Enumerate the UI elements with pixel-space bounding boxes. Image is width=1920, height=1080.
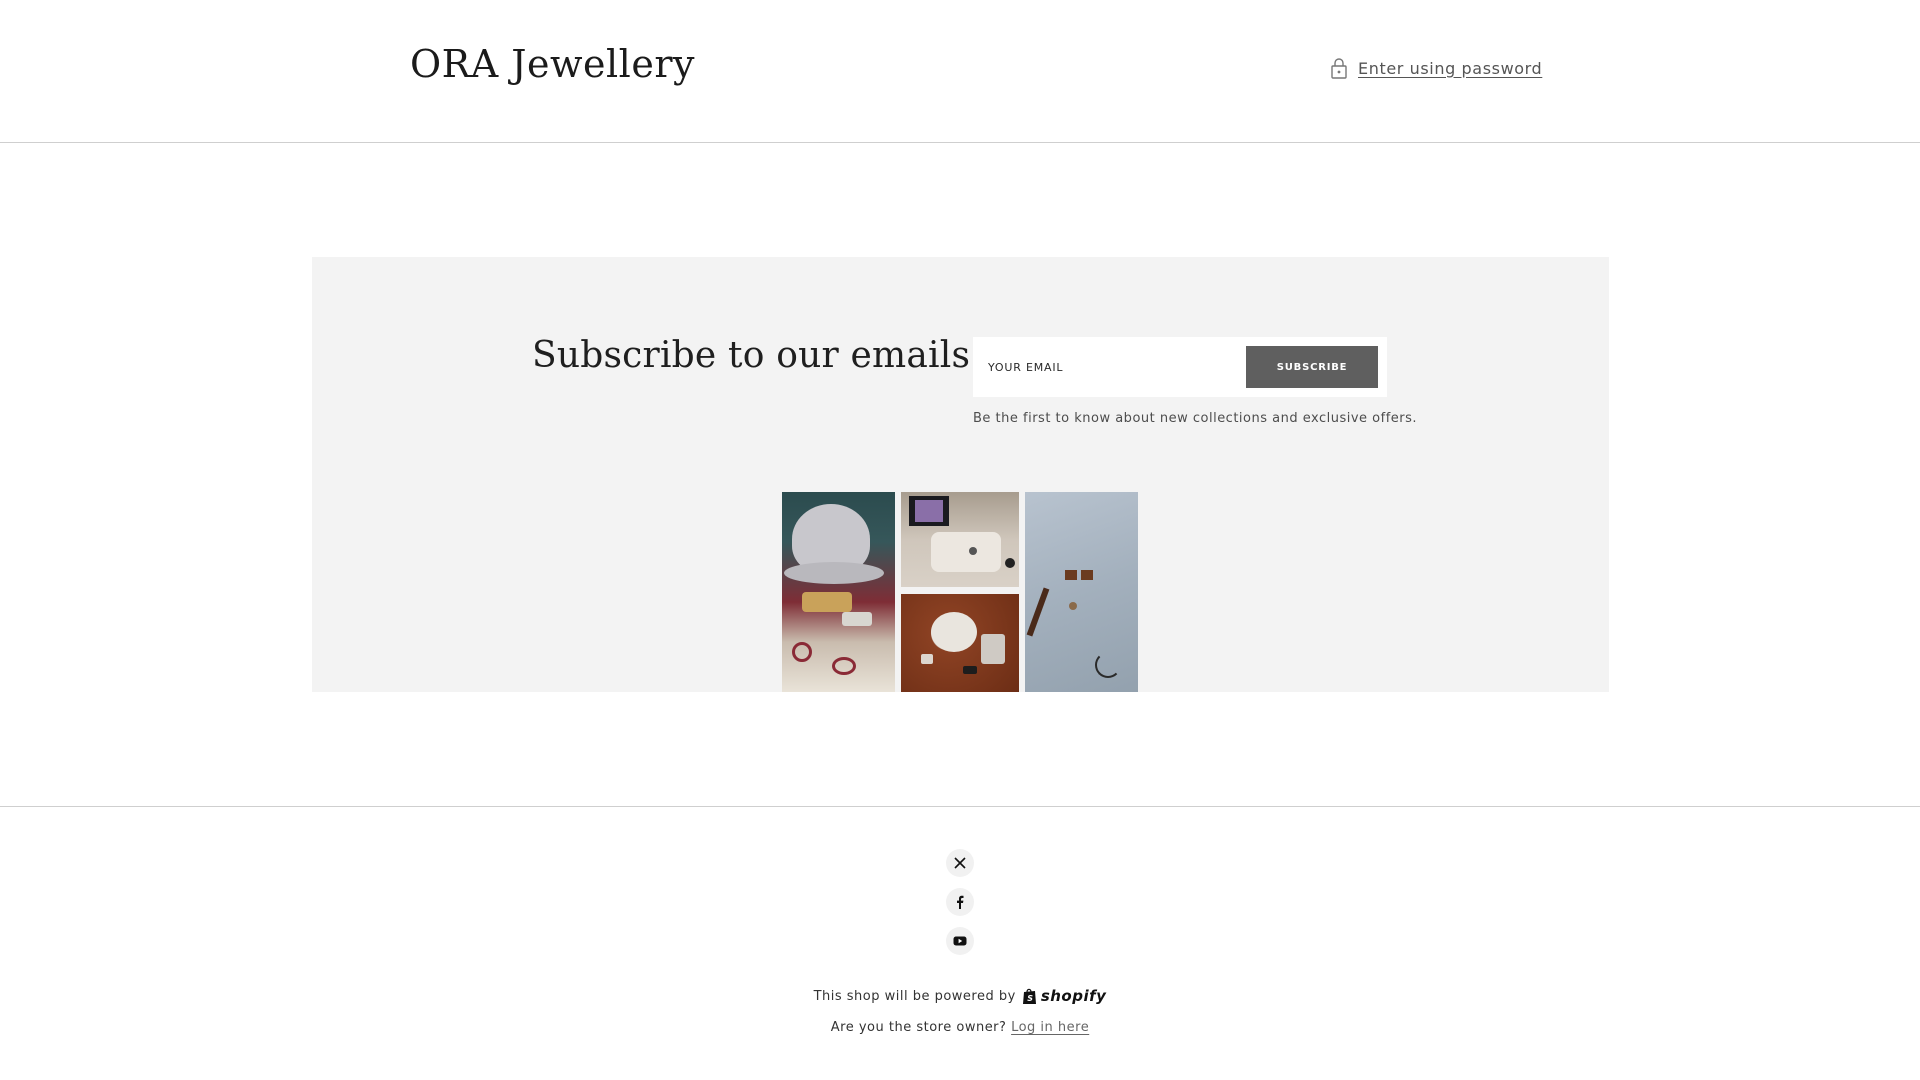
- youtube-icon: [953, 936, 967, 946]
- collage-photo-sink: [901, 492, 1019, 587]
- newsletter-form: SUBSCRIBE: [973, 337, 1387, 397]
- newsletter-title: Subscribe to our emails: [532, 335, 971, 376]
- store-owner-line: Are you the store owner? Log in here: [0, 1020, 1920, 1035]
- enter-password-link[interactable]: Enter using password: [1330, 57, 1542, 79]
- shopify-bag-icon: S: [1022, 988, 1036, 1004]
- site-footer: This shop will be powered by S shopify A…: [0, 806, 1920, 1080]
- facebook-icon: [957, 895, 964, 909]
- powered-by-line: This shop will be powered by S shopify: [0, 987, 1920, 1005]
- svg-text:S: S: [1027, 994, 1033, 1003]
- log-in-link[interactable]: Log in here: [1011, 1020, 1089, 1035]
- email-input[interactable]: [973, 337, 1243, 397]
- collage-photo-hat: [782, 492, 895, 692]
- social-x-link[interactable]: [946, 849, 974, 877]
- subscribe-button[interactable]: SUBSCRIBE: [1246, 346, 1378, 388]
- brand-logo[interactable]: ORA Jewellery: [410, 42, 695, 86]
- newsletter-note: Be the first to know about new collectio…: [973, 411, 1418, 426]
- shopify-wordmark: shopify: [1040, 987, 1107, 1005]
- newsletter-section: Subscribe to our emails SUBSCRIBE Be the…: [312, 257, 1609, 692]
- lock-icon: [1331, 58, 1347, 79]
- social-facebook-link[interactable]: [946, 888, 974, 916]
- enter-password-label: Enter using password: [1358, 58, 1543, 78]
- powered-by-text: This shop will be powered by: [813, 988, 1016, 1004]
- store-owner-text: Are you the store owner?: [830, 1020, 1007, 1035]
- photo-collage: [782, 492, 1138, 692]
- site-header: ORA Jewellery Enter using password: [0, 0, 1920, 143]
- collage-photo-sand: [901, 594, 1019, 692]
- shopify-logo[interactable]: S shopify: [1022, 987, 1107, 1005]
- social-youtube-link[interactable]: [946, 927, 974, 955]
- x-twitter-icon: [954, 857, 966, 869]
- collage-photo-snow: [1025, 492, 1138, 692]
